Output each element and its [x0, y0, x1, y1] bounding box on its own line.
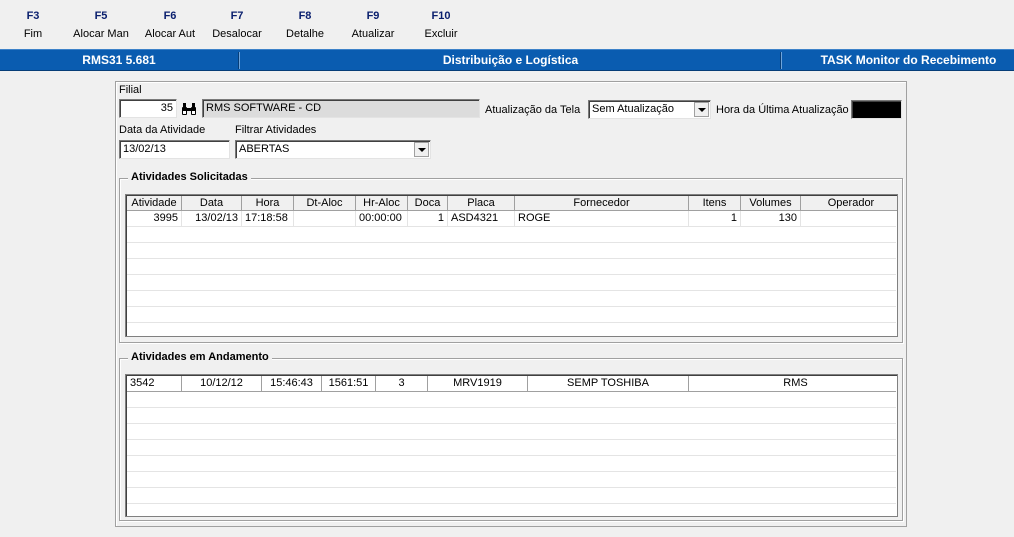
- col-hr-aloc[interactable]: Hr-Aloc: [356, 196, 408, 211]
- empty-row: [127, 243, 896, 259]
- cell-dt-aloc: [294, 211, 356, 226]
- hora-ultima-field: [851, 100, 902, 119]
- col-doca[interactable]: Doca: [408, 196, 448, 211]
- col-itens[interactable]: Itens: [689, 196, 741, 211]
- empty-row: [127, 392, 896, 408]
- f8-key: F8: [298, 10, 312, 22]
- title-divider: [780, 52, 782, 69]
- f6-key: F6: [163, 10, 177, 22]
- cell-itens: 1: [689, 211, 741, 226]
- f6-alocar-aut-button[interactable]: F6 Alocar Aut: [139, 8, 201, 43]
- function-key-toolbar: F3 Fim F5 Alocar Man F6 Alocar Aut F7 De…: [0, 0, 1014, 47]
- empty-row: [127, 259, 896, 275]
- atividades-andamento-group: Atividades em Andamento 3542 10/12/12 15…: [119, 351, 903, 521]
- col-fornecedor[interactable]: Fornecedor: [515, 196, 689, 211]
- empty-row: [127, 291, 896, 307]
- filtrar-select[interactable]: ABERTAS: [235, 140, 431, 159]
- f7-key: F7: [230, 10, 244, 22]
- task-title: TASK Monitor do Recebimento: [820, 53, 997, 67]
- col-data[interactable]: Data: [182, 196, 242, 211]
- f3-label: Fim: [23, 28, 43, 40]
- col-dt-aloc[interactable]: Dt-Aloc: [294, 196, 356, 211]
- f10-label: Excluir: [424, 28, 458, 40]
- f5-key: F5: [94, 10, 108, 22]
- cell-operador: [801, 211, 897, 226]
- hora-ultima-label: Hora da Última Atualização: [716, 104, 849, 116]
- f7-label: Desalocar: [212, 28, 262, 40]
- empty-row: [127, 472, 896, 488]
- filtrar-label: Filtrar Atividades: [235, 124, 317, 136]
- cell-hr-aloc: 00:00:00: [356, 211, 408, 226]
- cell-hora: 15:46:43: [262, 376, 322, 391]
- cell-placa: ASD4321: [448, 211, 515, 226]
- table-row[interactable]: 3995 13/02/13 17:18:58 00:00:00 1 ASD432…: [127, 211, 896, 227]
- col-hora[interactable]: Hora: [242, 196, 294, 211]
- empty-row: [127, 307, 896, 323]
- f6-label: Alocar Aut: [144, 28, 196, 40]
- filial-name-field: RMS SOFTWARE - CD: [202, 99, 480, 118]
- col-operador[interactable]: Operador: [801, 196, 897, 211]
- cell-tempo: 1561:51: [322, 376, 376, 391]
- atividades-andamento-title: Atividades em Andamento: [128, 351, 272, 363]
- empty-row: [127, 488, 896, 504]
- empty-row: [127, 323, 896, 336]
- filial-input[interactable]: 35: [119, 99, 177, 118]
- cell-operador: RMS: [689, 376, 897, 391]
- table-row[interactable]: 3542 10/12/12 15:46:43 1561:51 3 MRV1919…: [127, 376, 896, 392]
- f9-key: F9: [366, 10, 380, 22]
- empty-row: [127, 227, 896, 243]
- data-atividade-label: Data da Atividade: [119, 124, 206, 136]
- chevron-down-icon[interactable]: [414, 142, 429, 157]
- cell-volumes: 130: [741, 211, 801, 226]
- atividades-solicitadas-group: Atividades Solicitadas Atividade Data Ho…: [119, 171, 903, 343]
- empty-row: [127, 424, 896, 440]
- col-placa[interactable]: Placa: [448, 196, 515, 211]
- cell-atividade: 3542: [127, 376, 182, 391]
- binoculars-icon-svg: [182, 102, 196, 115]
- cell-data: 10/12/12: [182, 376, 262, 391]
- col-volumes[interactable]: Volumes: [741, 196, 801, 211]
- f3-key: F3: [26, 10, 40, 22]
- f3-fim-button[interactable]: F3 Fim: [14, 8, 52, 43]
- empty-row: [127, 440, 896, 456]
- empty-row: [127, 456, 896, 472]
- empty-row: [127, 408, 896, 424]
- f8-label: Detalhe: [286, 28, 324, 40]
- empty-row: [127, 275, 896, 291]
- cell-atividade: 3995: [127, 211, 182, 226]
- f8-detalhe-button[interactable]: F8 Detalhe: [279, 8, 331, 43]
- data-atividade-input[interactable]: 13/02/13: [119, 140, 230, 159]
- app-version: RMS31 5.681: [82, 53, 156, 67]
- cell-fornecedor: SEMP TOSHIBA: [528, 376, 689, 391]
- title-bar: RMS31 5.681 Distribuição e Logística TAS…: [0, 49, 1014, 71]
- cell-placa: MRV1919: [428, 376, 528, 391]
- f7-desalocar-button[interactable]: F7 Desalocar: [207, 8, 267, 43]
- f5-alocar-man-button[interactable]: F5 Alocar Man: [68, 8, 134, 43]
- atualizacao-select[interactable]: Sem Atualização: [588, 100, 711, 119]
- atividades-solicitadas-grid[interactable]: Atividade Data Hora Dt-Aloc Hr-Aloc Doca…: [125, 194, 898, 337]
- cell-doca: 1: [408, 211, 448, 226]
- atualizacao-label: Atualização da Tela: [485, 104, 581, 116]
- filtrar-value: ABERTAS: [239, 143, 290, 155]
- cell-hora: 17:18:58: [242, 211, 294, 226]
- f5-label: Alocar Man: [73, 28, 129, 40]
- f9-label: Atualizar: [351, 28, 395, 40]
- atualizacao-value: Sem Atualização: [592, 103, 674, 115]
- atividades-solicitadas-title: Atividades Solicitadas: [128, 171, 251, 183]
- module-title: Distribuição e Logística: [442, 53, 579, 67]
- title-divider: [238, 52, 240, 69]
- binoculars-icon[interactable]: [178, 99, 200, 118]
- f10-excluir-button[interactable]: F10 Excluir: [416, 8, 466, 43]
- cell-doca: 3: [376, 376, 428, 391]
- f9-atualizar-button[interactable]: F9 Atualizar: [345, 8, 401, 43]
- f10-key: F10: [431, 10, 451, 22]
- atividades-andamento-grid[interactable]: 3542 10/12/12 15:46:43 1561:51 3 MRV1919…: [125, 374, 898, 517]
- filial-label: Filial: [119, 84, 142, 96]
- chevron-down-icon[interactable]: [694, 102, 709, 117]
- cell-fornecedor: ROGE: [515, 211, 689, 226]
- col-atividade[interactable]: Atividade: [127, 196, 182, 211]
- main-panel: Filial 35 RMS SOFTWARE - CD Atualização …: [115, 81, 907, 527]
- cell-data: 13/02/13: [182, 211, 242, 226]
